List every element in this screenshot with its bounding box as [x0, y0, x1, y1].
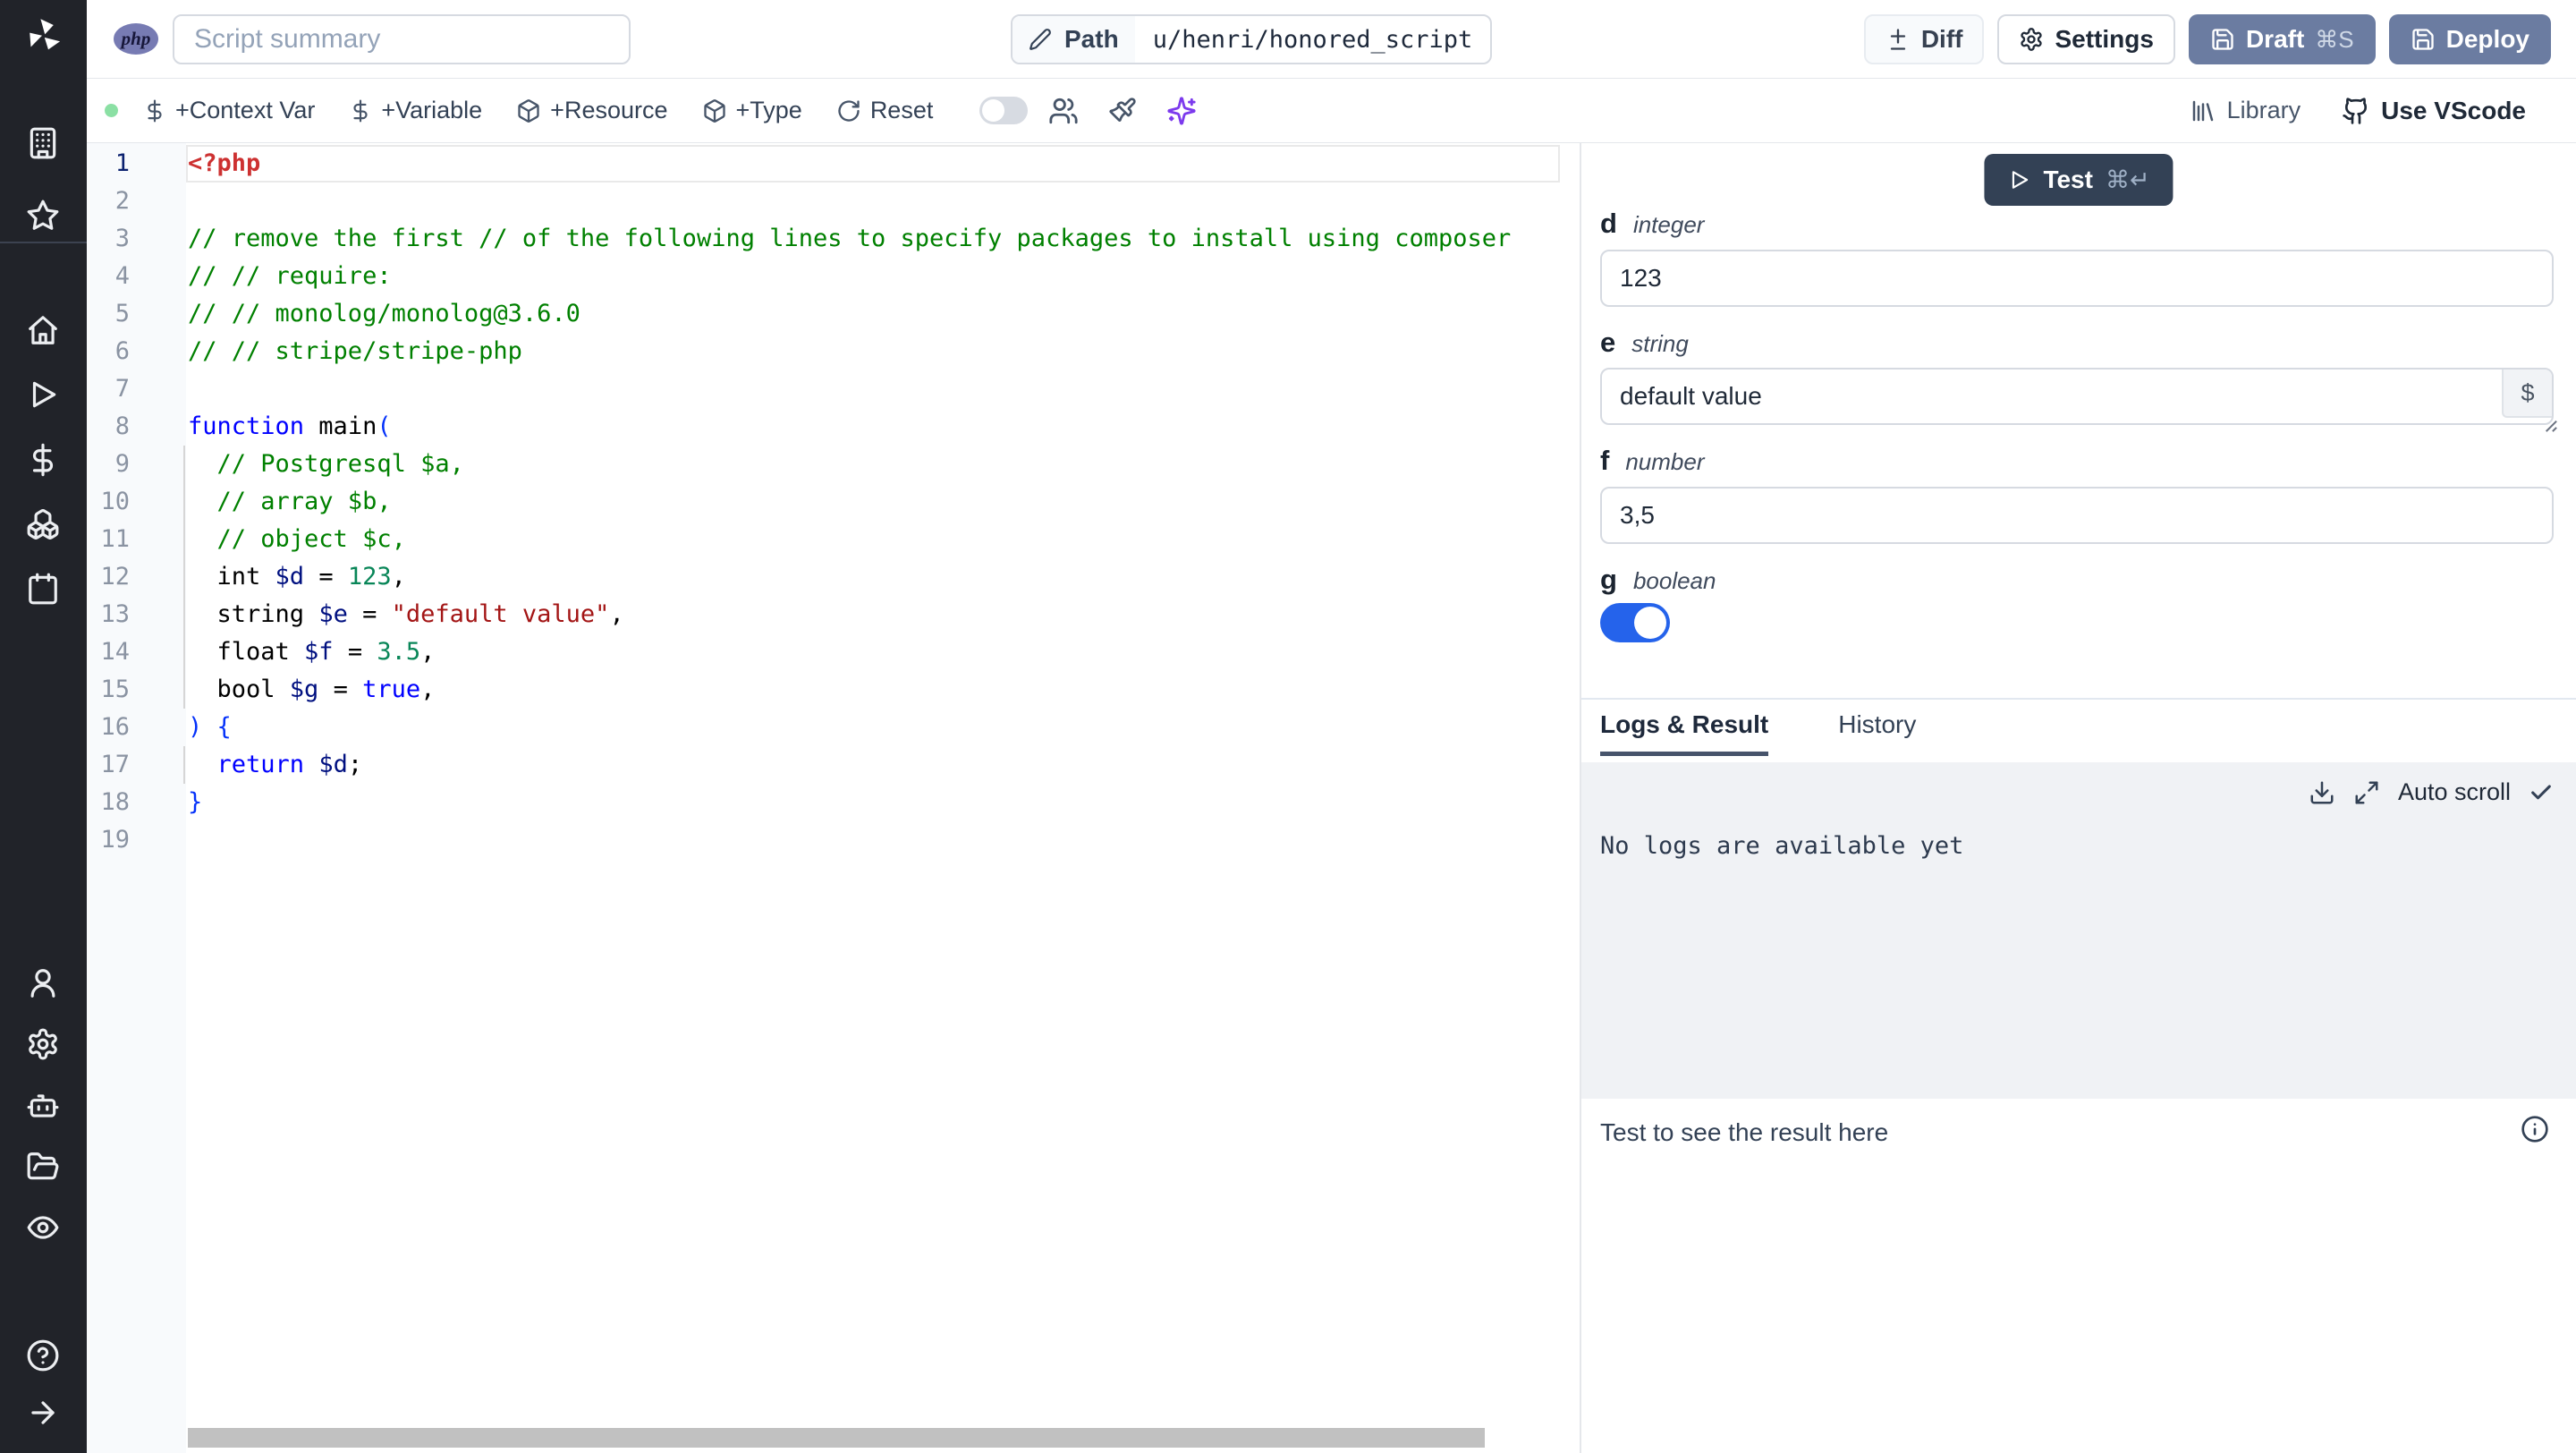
tab-logs-result[interactable]: Logs & Result	[1600, 710, 1769, 756]
test-label: Test	[2043, 166, 2093, 193]
workers-robot-icon[interactable]	[26, 1089, 60, 1123]
code-editor[interactable]: 1 2 3 4 5 6 7 8 9 10 11 12 13 14 15 16 17 18 19 <?php// re…	[87, 143, 1580, 1453]
windmill-logo-icon[interactable]	[22, 14, 65, 57]
field-label-g: g boolean	[1600, 564, 1716, 595]
user-icon[interactable]	[26, 966, 60, 1000]
diff-mode-toggle[interactable]	[979, 97, 1029, 124]
format-paintbrush-icon[interactable]	[1105, 93, 1140, 129]
result-area: Test to see the result here	[1581, 1099, 2576, 1453]
result-empty-message: Test to see the result here	[1600, 1118, 1889, 1146]
home-icon[interactable]	[26, 313, 60, 347]
add-type-button[interactable]: +Type	[702, 97, 802, 124]
field-input-d[interactable]	[1600, 250, 2554, 307]
expand-logs-icon[interactable]	[2353, 779, 2380, 806]
tab-history[interactable]: History	[1838, 710, 1916, 756]
audit-eye-icon[interactable]	[26, 1211, 60, 1245]
autoscroll-checkbox[interactable]	[2529, 780, 2554, 805]
download-logs-icon[interactable]	[2309, 779, 2335, 806]
add-variable-button[interactable]: +Variable	[349, 97, 482, 124]
diff-button[interactable]: Diff	[1863, 14, 1985, 64]
run-panel: Test ⌘↵ d integer e string $ f number g …	[1580, 143, 2576, 1453]
save-icon	[2210, 27, 2235, 52]
path-value: u/henri/honored_script	[1152, 25, 1473, 54]
field-label-d: d integer	[1600, 208, 1705, 239]
settings-gear-icon[interactable]	[26, 1027, 60, 1061]
sidebar-divider	[0, 242, 87, 243]
panel-divider	[1581, 698, 2576, 700]
test-shortcut: ⌘↵	[2105, 166, 2150, 193]
runs-play-icon[interactable]	[26, 378, 60, 412]
workspace-building-icon[interactable]	[26, 126, 60, 160]
add-type-label: +Type	[735, 97, 802, 123]
editor-toolbar: +Context Var +Variable +Resource +Type R…	[87, 79, 2576, 143]
draft-label: Draft	[2245, 25, 2305, 53]
deploy-button[interactable]: Deploy	[2388, 14, 2551, 64]
indent-guide	[183, 746, 185, 784]
favorites-star-icon[interactable]	[26, 199, 60, 233]
draft-shortcut: ⌘S	[2315, 25, 2354, 53]
pencil-icon	[1029, 28, 1052, 51]
diff-icon	[1885, 27, 1911, 52]
multiplayer-users-icon[interactable]	[1046, 93, 1081, 129]
result-tabs: Logs & Result History	[1600, 710, 1916, 756]
field-label-e: e string	[1600, 327, 1689, 358]
field-input-f[interactable]	[1600, 487, 2554, 544]
sidebar	[0, 0, 87, 1453]
variables-dollar-icon[interactable]	[26, 443, 60, 477]
logs-panel: Auto scroll No logs are available yet	[1581, 762, 2576, 1099]
autoscroll-label: Auto scroll	[2397, 778, 2511, 805]
horizontal-scrollbar[interactable]	[188, 1428, 1485, 1448]
path-label: Path	[1064, 25, 1119, 53]
add-resource-label: +Resource	[550, 97, 668, 123]
diff-label: Diff	[1920, 25, 1963, 53]
reset-button[interactable]: Reset	[836, 97, 934, 124]
library-button[interactable]: Library	[2190, 97, 2301, 124]
collapse-arrow-right-icon[interactable]	[26, 1396, 60, 1430]
folders-icon[interactable]	[26, 1150, 60, 1184]
resources-boxes-icon[interactable]	[26, 507, 60, 541]
indent-guide	[183, 446, 185, 709]
gear-icon	[2019, 27, 2044, 52]
boolean-toggle-g[interactable]	[1600, 603, 1670, 642]
resize-grip-icon[interactable]	[2541, 416, 2559, 434]
script-summary-input[interactable]	[173, 14, 631, 64]
line-numbers: 1 2 3 4 5 6 7 8 9 10 11 12 13 14 15 16 17 18 19	[100, 149, 130, 854]
draft-button[interactable]: Draft ⌘S	[2188, 14, 2376, 64]
use-vscode-label: Use VScode	[2381, 96, 2526, 124]
library-label: Library	[2226, 97, 2301, 123]
field-input-e-wrap: $	[1600, 368, 2557, 432]
test-button[interactable]: Test ⌘↵	[1984, 154, 2174, 206]
save-icon	[2411, 27, 2436, 52]
settings-button[interactable]: Settings	[1997, 14, 2175, 64]
ai-sparkles-icon[interactable]	[1164, 93, 1199, 129]
topbar: php Path u/henri/honored_script Diff Set…	[87, 0, 2576, 79]
variable-picker-button[interactable]: $	[2502, 370, 2552, 418]
use-vscode-button[interactable]: Use VScode	[2342, 97, 2526, 125]
settings-label: Settings	[2055, 25, 2154, 53]
reset-label: Reset	[869, 97, 934, 123]
add-context-var-label: +Context Var	[175, 97, 316, 123]
php-language-badge: php	[114, 23, 158, 55]
logs-empty-message: No logs are available yet	[1600, 832, 1964, 860]
code-lines[interactable]: <?php// remove the first // of the follo…	[188, 145, 1571, 859]
add-variable-label: +Variable	[381, 97, 483, 123]
add-context-var-button[interactable]: +Context Var	[143, 97, 315, 124]
status-dot	[105, 104, 118, 117]
help-circle-icon[interactable]	[26, 1338, 60, 1372]
info-icon[interactable]	[2521, 1115, 2549, 1143]
deploy-label: Deploy	[2445, 25, 2529, 53]
add-resource-button[interactable]: +Resource	[516, 97, 668, 124]
path-chip[interactable]: Path u/henri/honored_script	[1011, 14, 1493, 64]
field-label-f: f number	[1600, 445, 1705, 476]
field-input-e[interactable]	[1600, 368, 2554, 425]
schedules-calendar-icon[interactable]	[26, 572, 60, 606]
